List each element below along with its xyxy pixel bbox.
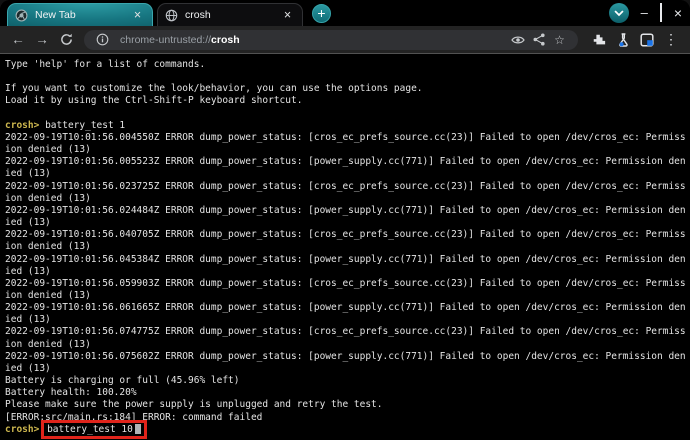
chromium-icon	[15, 9, 28, 22]
crosh-terminal[interactable]: Type 'help' for a list of commands. If y…	[0, 55, 690, 440]
tab-title: New Tab	[35, 9, 76, 21]
terminal-line: ion denied (13)	[5, 241, 91, 253]
chevron-down-icon	[614, 10, 624, 17]
terminal-line: 2022-09-19T10:01:56.061665Z ERROR dump_p…	[5, 302, 686, 314]
back-icon: ←	[11, 32, 25, 47]
info-icon[interactable]	[92, 32, 113, 48]
reload-icon	[60, 33, 73, 46]
reload-button[interactable]	[56, 30, 76, 50]
terminal-line: ied (13)	[5, 168, 51, 180]
tab-close-icon[interactable]: ×	[280, 8, 295, 23]
terminal-line: Battery is charging or full (45.96% left…	[5, 375, 240, 387]
terminal-line: 2022-09-19T10:01:56.059903Z ERROR dump_p…	[5, 277, 686, 289]
terminal-line: If you want to customize the look/behavi…	[5, 83, 423, 95]
window-controls: – ×	[608, 3, 682, 23]
minimize-button[interactable]: –	[641, 6, 648, 19]
experiments-flask-icon	[617, 32, 630, 47]
terminal-line: crosh> battery_test 10	[5, 419, 690, 439]
forward-icon: →	[35, 32, 49, 47]
tab-close-icon[interactable]: ×	[130, 8, 145, 23]
terminal-line: Load it by using the Ctrl-Shift-P keyboa…	[5, 95, 303, 107]
menu-button[interactable]: ⋮	[660, 30, 682, 50]
tab-crosh[interactable]: crosh ×	[157, 3, 303, 26]
extensions-button[interactable]	[588, 30, 610, 50]
window-close-button[interactable]: ×	[674, 6, 682, 20]
terminal-line: 2022-09-19T10:01:56.023725Z ERROR dump_p…	[5, 180, 686, 192]
terminal-line: ion denied (13)	[5, 192, 91, 204]
url-text: chrome-untrusted://crosh	[120, 34, 507, 46]
forward-button[interactable]: →	[32, 30, 52, 50]
terminal-line: 2022-09-19T10:01:56.045384Z ERROR dump_p…	[5, 253, 686, 265]
terminal-line: 2022-09-19T10:01:56.005523Z ERROR dump_p…	[5, 156, 686, 168]
maximize-button[interactable]	[659, 3, 662, 22]
terminal-line: ion denied (13)	[5, 144, 91, 156]
terminal-command: battery_test 1	[45, 119, 126, 131]
terminal-line: 2022-09-19T10:01:56.074775Z ERROR dump_p…	[5, 326, 686, 338]
back-button[interactable]: ←	[8, 30, 28, 50]
experiments-button[interactable]	[612, 30, 634, 50]
terminal-line: ied (13)	[5, 217, 51, 229]
terminal-line: 2022-09-19T10:01:56.004550Z ERROR dump_p…	[5, 131, 686, 143]
terminal-line: ied (13)	[5, 265, 51, 277]
terminal-line: 2022-09-19T10:01:56.040705Z ERROR dump_p…	[5, 229, 686, 241]
address-bar[interactable]: chrome-untrusted://crosh ☆	[84, 29, 578, 50]
eye-icon[interactable]	[507, 32, 528, 48]
browser-toolbar: ← → chrome-untrusted://crosh ☆ ⋮	[0, 26, 690, 54]
terminal-line: 2022-09-19T10:01:56.024484Z ERROR dump_p…	[5, 204, 686, 216]
menu-dots-icon: ⋮	[664, 31, 678, 47]
browser-window: New Tab × crosh × + – × ← → chrome-untru…	[0, 0, 690, 440]
terminal-line: crosh> battery_test 1	[5, 120, 690, 132]
terminal-line: ied (13)	[5, 314, 51, 326]
extensions-puzzle-icon	[592, 33, 606, 47]
terminal-line: Battery health: 100.20%	[5, 387, 137, 399]
terminal-line: ied (13)	[5, 362, 51, 374]
annotation-box: battery_test 10	[41, 419, 147, 439]
maximize-icon	[659, 3, 662, 22]
tab-new-tab[interactable]: New Tab ×	[7, 3, 153, 26]
globe-icon	[165, 9, 178, 22]
crosh-prompt: crosh>	[5, 119, 40, 131]
crosh-prompt: crosh>	[5, 423, 40, 435]
terminal-command: battery_test 10	[47, 423, 133, 435]
terminal-line: ion denied (13)	[5, 289, 91, 301]
tab-title: crosh	[185, 9, 211, 21]
url-host: crosh	[211, 33, 240, 46]
terminal-line: 2022-09-19T10:01:56.075602Z ERROR dump_p…	[5, 350, 686, 362]
share-icon[interactable]	[528, 32, 549, 48]
terminal-line: ion denied (13)	[5, 338, 91, 350]
profile-button[interactable]	[636, 30, 658, 50]
terminal-line: [ERROR:src/main.rs:184] ERROR: command f…	[5, 411, 263, 423]
tab-strip: New Tab × crosh × + – ×	[0, 0, 690, 26]
browser-assistant-button[interactable]	[608, 3, 629, 23]
new-tab-button[interactable]: +	[312, 4, 331, 23]
terminal-cursor	[134, 423, 141, 434]
url-scheme: chrome-untrusted://	[120, 33, 212, 46]
terminal-line: Please make sure the power supply is unp…	[5, 399, 383, 411]
star-icon[interactable]: ☆	[549, 32, 570, 48]
terminal-line: Type 'help' for a list of commands.	[5, 59, 206, 70]
profile-window-icon	[640, 32, 654, 47]
